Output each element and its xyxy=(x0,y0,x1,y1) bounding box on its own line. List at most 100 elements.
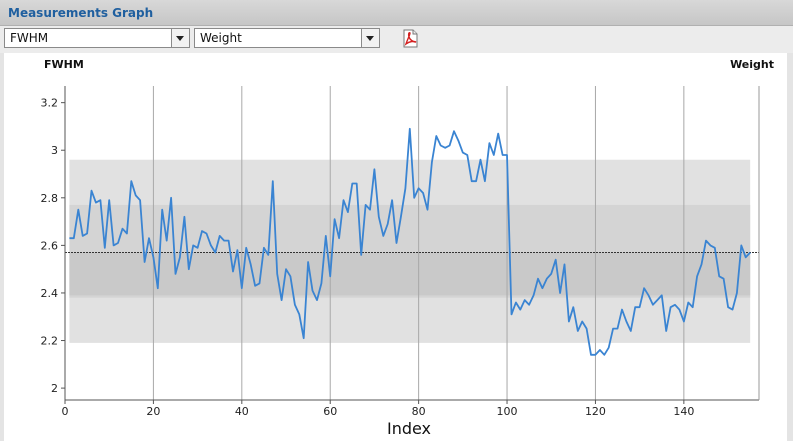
data-point[interactable] xyxy=(91,190,93,192)
data-point[interactable] xyxy=(621,309,623,311)
data-point[interactable] xyxy=(665,330,667,332)
data-point[interactable] xyxy=(258,282,260,284)
data-point[interactable] xyxy=(130,180,132,182)
data-point[interactable] xyxy=(281,299,283,301)
data-point[interactable] xyxy=(360,254,362,256)
data-point[interactable] xyxy=(599,349,601,351)
data-point[interactable] xyxy=(594,354,596,356)
data-point[interactable] xyxy=(718,275,720,277)
data-point[interactable] xyxy=(462,152,464,154)
data-point[interactable] xyxy=(643,287,645,289)
data-point[interactable] xyxy=(453,130,455,132)
data-point[interactable] xyxy=(347,211,349,213)
data-point[interactable] xyxy=(219,235,221,237)
data-point[interactable] xyxy=(320,282,322,284)
data-point[interactable] xyxy=(422,192,424,194)
data-point[interactable] xyxy=(382,235,384,237)
data-point[interactable] xyxy=(652,304,654,306)
data-point[interactable] xyxy=(312,290,314,292)
data-point[interactable] xyxy=(546,278,548,280)
data-point[interactable] xyxy=(418,187,420,189)
data-point[interactable] xyxy=(241,287,243,289)
data-point[interactable] xyxy=(506,154,508,156)
data-point[interactable] xyxy=(175,273,177,275)
data-point[interactable] xyxy=(603,354,605,356)
data-point[interactable] xyxy=(77,209,79,211)
data-point[interactable] xyxy=(471,180,473,182)
data-point[interactable] xyxy=(179,256,181,258)
data-point[interactable] xyxy=(736,292,738,294)
data-point[interactable] xyxy=(723,278,725,280)
data-point[interactable] xyxy=(572,306,574,308)
data-point[interactable] xyxy=(294,304,296,306)
data-point[interactable] xyxy=(612,328,614,330)
data-point[interactable] xyxy=(228,240,230,242)
data-point[interactable] xyxy=(365,204,367,206)
data-point[interactable] xyxy=(444,147,446,149)
data-point[interactable] xyxy=(559,292,561,294)
data-point[interactable] xyxy=(727,306,729,308)
data-point[interactable] xyxy=(502,154,504,156)
data-point[interactable] xyxy=(683,321,685,323)
data-point[interactable] xyxy=(298,313,300,315)
data-point[interactable] xyxy=(577,330,579,332)
data-point[interactable] xyxy=(245,247,247,249)
data-point[interactable] xyxy=(493,154,495,156)
data-point[interactable] xyxy=(696,275,698,277)
data-point[interactable] xyxy=(183,216,185,218)
data-point[interactable] xyxy=(731,309,733,311)
data-point[interactable] xyxy=(581,321,583,323)
data-point[interactable] xyxy=(661,294,663,296)
data-point[interactable] xyxy=(113,244,115,246)
data-point[interactable] xyxy=(303,337,305,339)
data-point[interactable] xyxy=(351,183,353,185)
data-point[interactable] xyxy=(135,194,137,196)
data-point[interactable] xyxy=(749,252,751,254)
data-point[interactable] xyxy=(188,268,190,270)
data-point[interactable] xyxy=(108,199,110,201)
data-point[interactable] xyxy=(617,328,619,330)
data-point[interactable] xyxy=(475,180,477,182)
data-point[interactable] xyxy=(701,263,703,265)
data-point[interactable] xyxy=(634,306,636,308)
data-point[interactable] xyxy=(166,240,168,242)
y-axis-select[interactable]: FWHM xyxy=(4,28,190,48)
data-point[interactable] xyxy=(73,237,75,239)
data-point[interactable] xyxy=(687,301,689,303)
data-point[interactable] xyxy=(338,237,340,239)
data-point[interactable] xyxy=(647,294,649,296)
data-point[interactable] xyxy=(373,168,375,170)
data-point[interactable] xyxy=(586,328,588,330)
data-point[interactable] xyxy=(289,275,291,277)
data-point[interactable] xyxy=(104,247,106,249)
data-point[interactable] xyxy=(152,256,154,258)
data-point[interactable] xyxy=(426,209,428,211)
data-point[interactable] xyxy=(267,254,269,256)
pdf-export-button[interactable] xyxy=(401,29,419,48)
data-point[interactable] xyxy=(161,209,163,211)
data-point[interactable] xyxy=(510,313,512,315)
data-point[interactable] xyxy=(528,304,530,306)
data-point[interactable] xyxy=(740,244,742,246)
data-point[interactable] xyxy=(210,244,212,246)
data-point[interactable] xyxy=(250,263,252,265)
data-point[interactable] xyxy=(117,242,119,244)
data-point[interactable] xyxy=(276,273,278,275)
data-point[interactable] xyxy=(564,263,566,265)
weight-select[interactable]: Weight xyxy=(194,28,380,48)
data-point[interactable] xyxy=(674,304,676,306)
data-point[interactable] xyxy=(519,309,521,311)
data-point[interactable] xyxy=(396,242,398,244)
data-point[interactable] xyxy=(192,244,194,246)
data-point[interactable] xyxy=(387,223,389,225)
data-point[interactable] xyxy=(369,209,371,211)
data-point[interactable] xyxy=(639,306,641,308)
data-point[interactable] xyxy=(307,261,309,263)
data-point[interactable] xyxy=(121,228,123,230)
data-point[interactable] xyxy=(705,240,707,242)
data-point[interactable] xyxy=(197,247,199,249)
data-point[interactable] xyxy=(404,187,406,189)
data-point[interactable] xyxy=(139,199,141,201)
data-point[interactable] xyxy=(214,252,216,254)
data-point[interactable] xyxy=(232,271,234,273)
